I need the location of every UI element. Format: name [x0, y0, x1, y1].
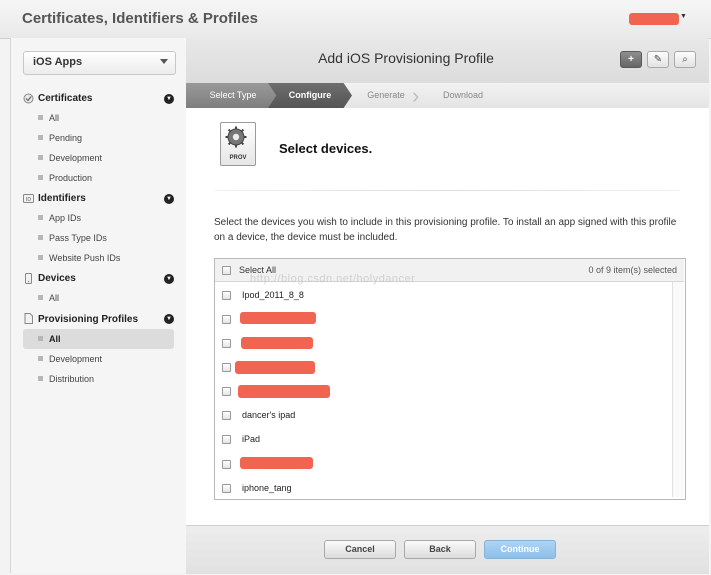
device-checkbox[interactable]	[222, 484, 231, 493]
bullet-icon	[38, 175, 43, 180]
device-checkbox[interactable]	[222, 363, 231, 372]
sidebar-item-development[interactable]: Development	[49, 153, 102, 163]
collapse-chevron-icon[interactable]: ▼	[164, 94, 174, 104]
selection-count: 0 of 9 item(s) selected	[588, 265, 677, 275]
device-name: iPad	[242, 434, 261, 444]
bullet-icon	[38, 235, 43, 240]
sidebar-item-profiles-development[interactable]: Development	[49, 354, 102, 364]
sidebar-item-devices-all[interactable]: All	[49, 293, 59, 303]
device-checkbox[interactable]	[222, 411, 231, 420]
watermark: http://blog.csdn.net/holydancer	[250, 273, 416, 285]
device-checkbox[interactable]	[222, 460, 231, 469]
device-icon	[25, 273, 32, 284]
device-name: dancer's ipad	[242, 410, 296, 420]
device-name-redacted	[235, 361, 315, 374]
sidebar-section-certificates[interactable]: Certificates	[38, 93, 92, 104]
step-generate: Generate	[367, 90, 405, 100]
sidebar-item-production[interactable]: Production	[49, 173, 92, 183]
collapse-chevron-icon[interactable]: ▼	[164, 194, 174, 204]
device-list-scrollbar[interactable]	[672, 282, 684, 497]
cancel-button[interactable]: Cancel	[324, 540, 396, 559]
device-checkbox[interactable]	[222, 315, 231, 324]
sidebar-active-highlight	[23, 329, 174, 349]
device-name-redacted	[238, 385, 330, 398]
step-download: Download	[442, 90, 484, 100]
instructions-text: Select the devices you wish to include i…	[214, 217, 677, 243]
gear-icon	[225, 126, 247, 148]
account-menu-caret-icon[interactable]: ▼	[680, 13, 687, 20]
back-button[interactable]: Back	[404, 540, 476, 559]
sidebar-item-pending[interactable]: Pending	[49, 133, 82, 143]
sidebar-section-identifiers[interactable]: Identifiers	[38, 193, 86, 204]
profile-document-icon	[24, 313, 33, 324]
device-checkbox[interactable]	[222, 291, 231, 300]
sidebar-item-certificates-all[interactable]: All	[49, 113, 59, 123]
chevron-down-icon	[160, 59, 168, 64]
account-name-redacted[interactable]	[629, 13, 679, 25]
device-name: Ipod_2011_8_8	[242, 290, 304, 300]
sidebar-item-website-push-ids[interactable]: Website Push IDs	[49, 253, 120, 263]
section-heading: Select devices.	[279, 141, 373, 156]
bullet-icon	[38, 155, 43, 160]
sidebar-section-provisioning-profiles[interactable]: Provisioning Profiles	[38, 314, 138, 325]
svg-text:ID: ID	[26, 197, 31, 203]
step-configure: Configure	[268, 83, 352, 108]
prov-icon-label: PROV	[229, 155, 247, 161]
device-checkbox[interactable]	[222, 339, 231, 348]
id-icon: ID	[23, 194, 34, 203]
collapse-chevron-icon[interactable]: ▼	[164, 274, 174, 284]
page-title: Add iOS Provisioning Profile	[318, 50, 494, 66]
bullet-icon	[38, 115, 43, 120]
certificate-icon	[23, 93, 34, 104]
edit-button[interactable]: ✎	[647, 51, 669, 68]
device-name-redacted	[241, 337, 313, 349]
bullet-icon	[38, 376, 43, 381]
search-button[interactable]: ⌕	[674, 51, 696, 68]
continue-button[interactable]: Continue	[484, 540, 556, 559]
bullet-icon	[38, 215, 43, 220]
bullet-icon	[38, 255, 43, 260]
add-button[interactable]: +	[620, 51, 642, 68]
sidebar-section-devices[interactable]: Devices	[38, 273, 76, 284]
sidebar	[10, 38, 188, 573]
device-checkbox[interactable]	[222, 435, 231, 444]
device-name-redacted	[240, 312, 316, 324]
device-name-redacted	[240, 457, 313, 469]
device-name: iphone_tang	[242, 483, 292, 493]
divider	[215, 190, 680, 191]
step-separator-icon: ›	[412, 83, 420, 108]
step-select-type: Select Type	[186, 83, 280, 108]
select-all-checkbox[interactable]	[222, 266, 231, 275]
sidebar-item-app-ids[interactable]: App IDs	[49, 213, 81, 223]
sidebar-item-pass-type-ids[interactable]: Pass Type IDs	[49, 233, 107, 243]
sidebar-item-profiles-all[interactable]: All	[49, 334, 61, 344]
app-title: Certificates, Identifiers & Profiles	[22, 10, 258, 27]
bullet-icon	[38, 295, 43, 300]
bullet-icon	[38, 336, 43, 341]
device-checkbox[interactable]	[222, 387, 231, 396]
bullet-icon	[38, 135, 43, 140]
collapse-chevron-icon[interactable]: ▼	[164, 314, 174, 324]
sidebar-item-profiles-distribution[interactable]: Distribution	[49, 374, 94, 384]
bullet-icon	[38, 356, 43, 361]
platform-select-value: iOS Apps	[33, 56, 83, 68]
